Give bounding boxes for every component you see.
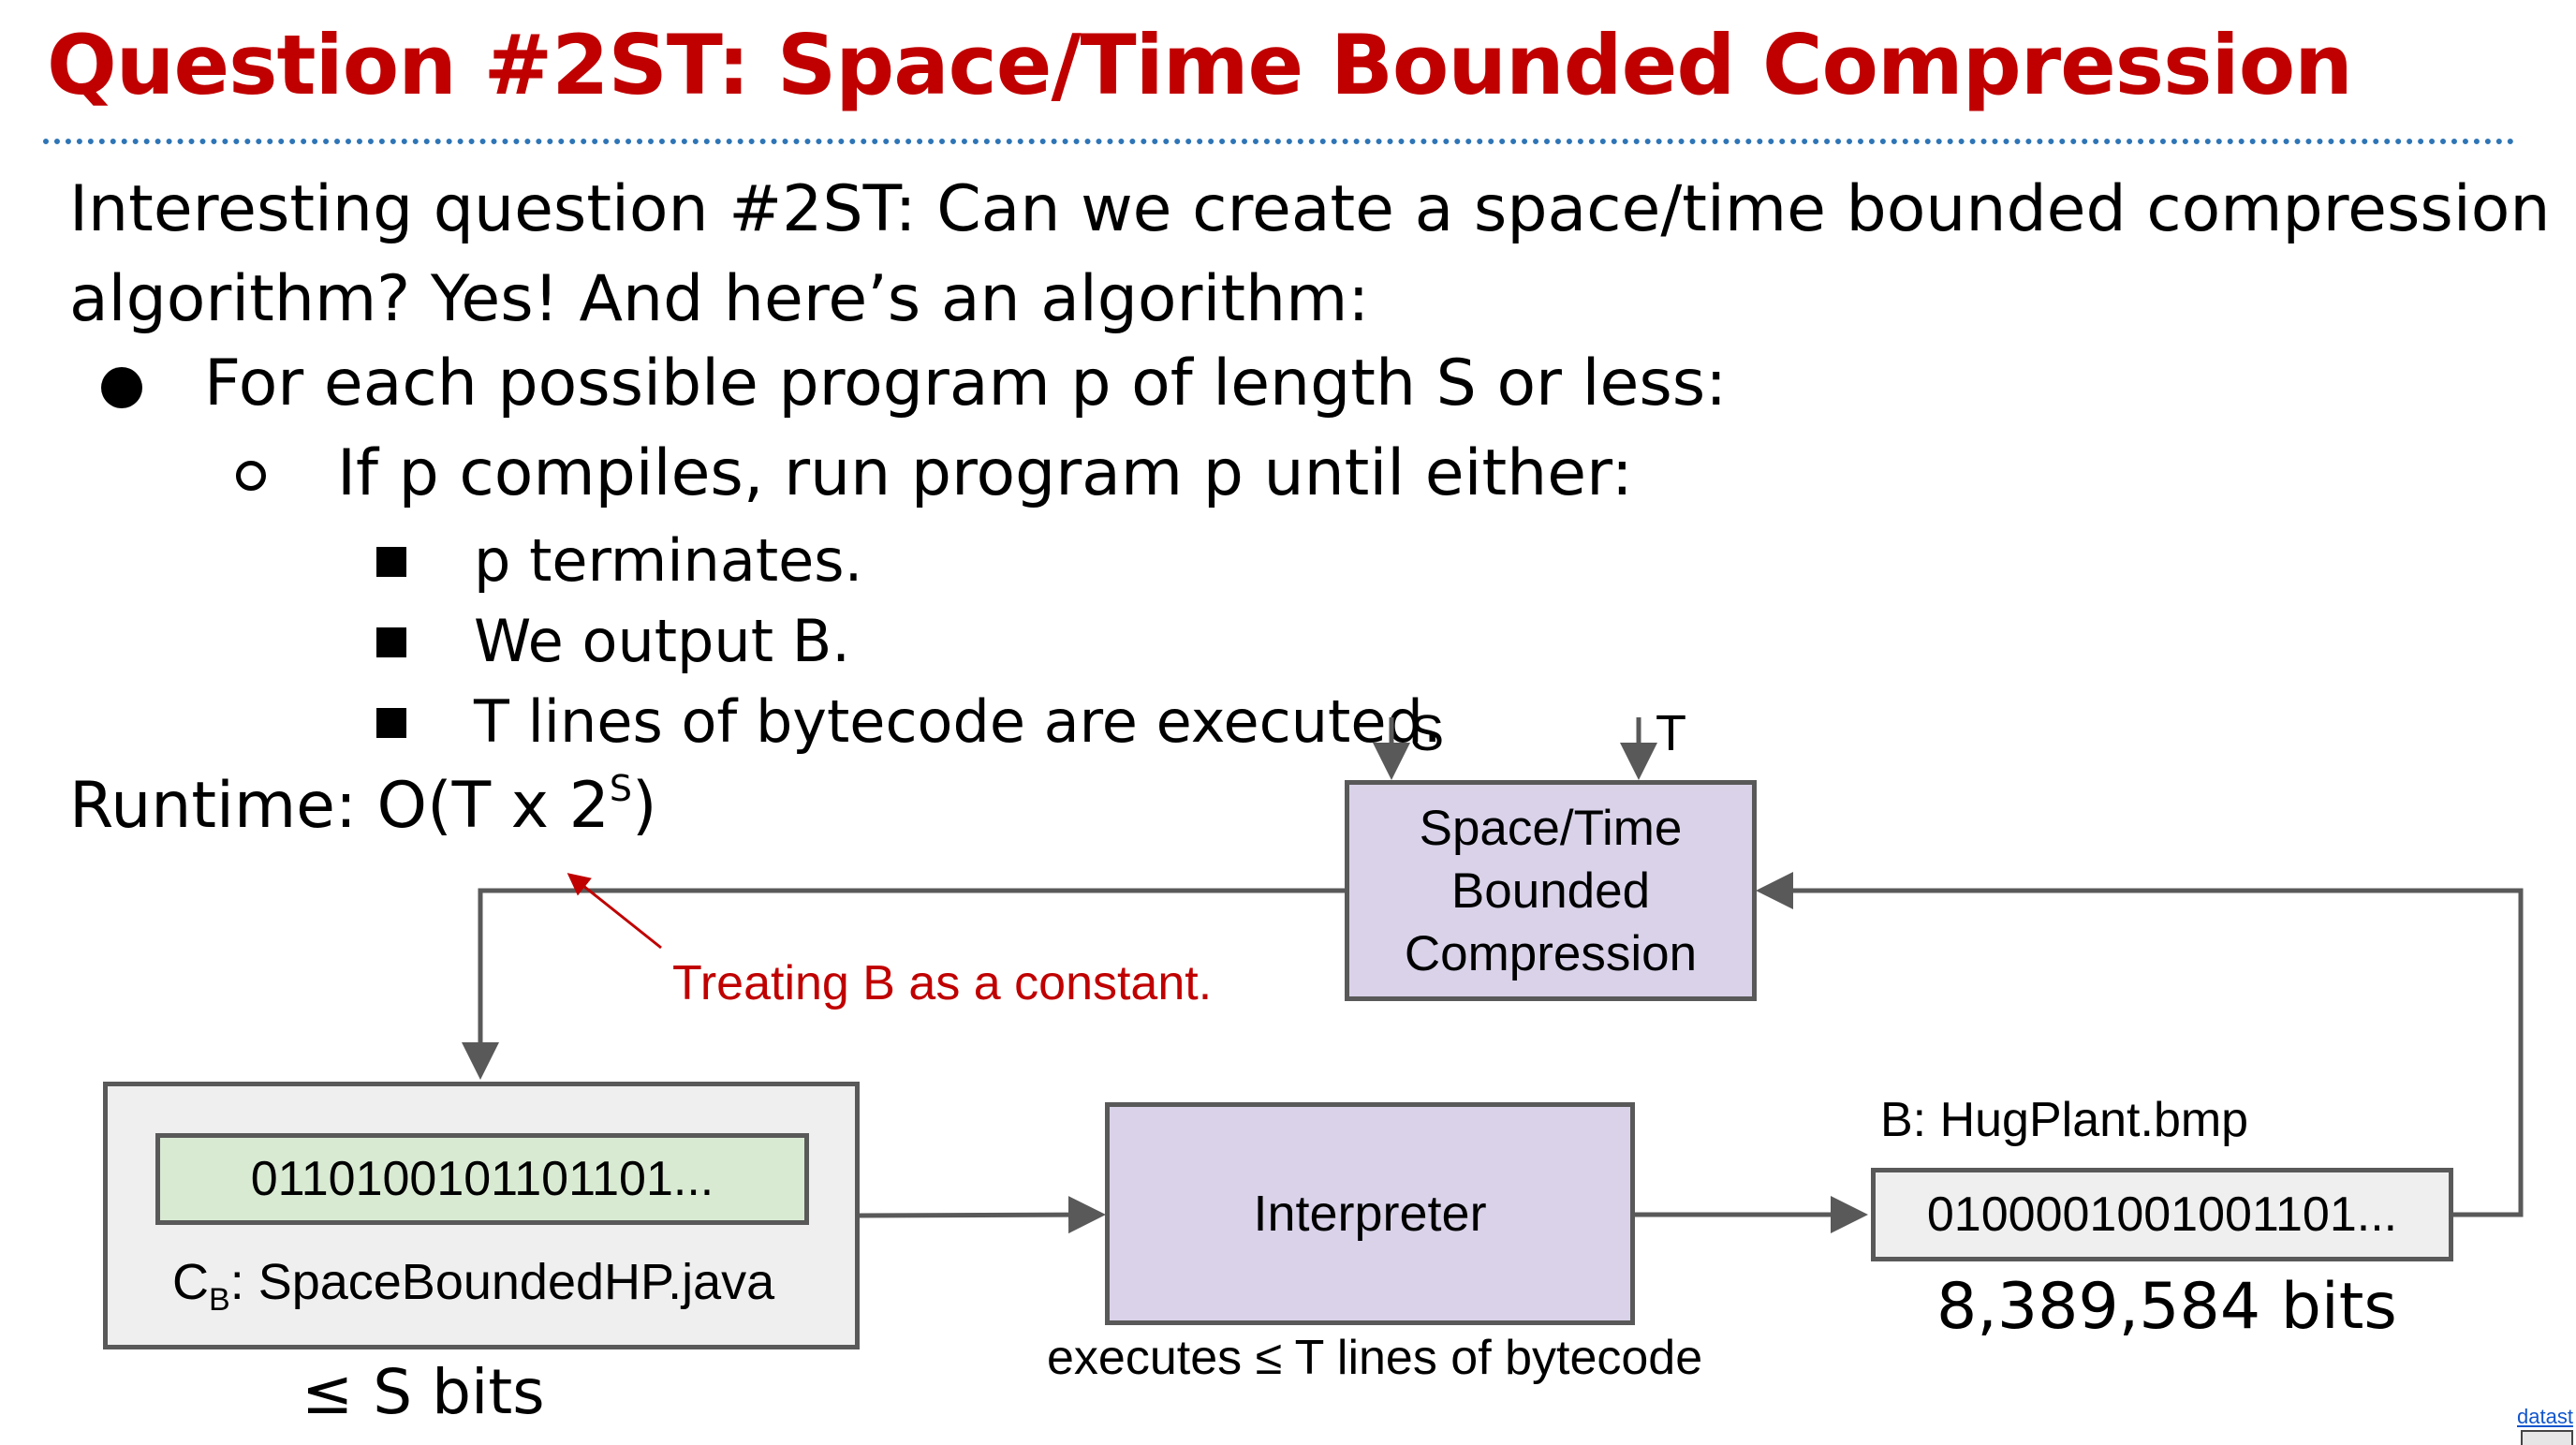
output-size: 8,389,584 bits (1936, 1270, 2397, 1344)
output-bits: 0100001001001101... (1926, 1187, 2398, 1242)
compression-line-1: Space/Time (1419, 800, 1683, 856)
output-label: B: HugPlant.bmp (1880, 1093, 2249, 1147)
arrow-output-to-compression (1756, 872, 2524, 1217)
program-name-subscript: B (209, 1281, 230, 1318)
program-name-prefix: C (172, 1254, 209, 1310)
arrow-program-to-interpreter (857, 1196, 1106, 1234)
output-bits-box: 0100001001001101... (1871, 1168, 2453, 1261)
input-s-label: S (1410, 705, 1445, 761)
footer-link[interactable]: datast (2517, 1405, 2573, 1429)
compression-line-2: Bounded (1450, 863, 1651, 919)
interpreter-label: Interpreter (1253, 1186, 1487, 1242)
annotation-text: Treating B as a constant. (672, 956, 1213, 1010)
program-name-suffix: : SpaceBoundedHP.java (229, 1254, 775, 1310)
input-t-label: T (1656, 705, 1686, 761)
license-badge-icon (2521, 1430, 2573, 1445)
annotation-arrow (567, 873, 662, 950)
program-bits-box: 0110100101101101... (155, 1133, 809, 1225)
compression-box: Space/Time Bounded Compression (1345, 780, 1757, 1001)
interpreter-box: Interpreter (1105, 1102, 1635, 1325)
program-name: CB: SpaceBoundedHP.java (172, 1253, 774, 1319)
interpreter-caption: executes ≤ T lines of bytecode (1047, 1331, 1703, 1385)
compression-line-3: Compression (1404, 925, 1698, 981)
program-bits: 0110100101101101... (250, 1152, 714, 1206)
program-size: ≤ S bits (302, 1356, 545, 1428)
